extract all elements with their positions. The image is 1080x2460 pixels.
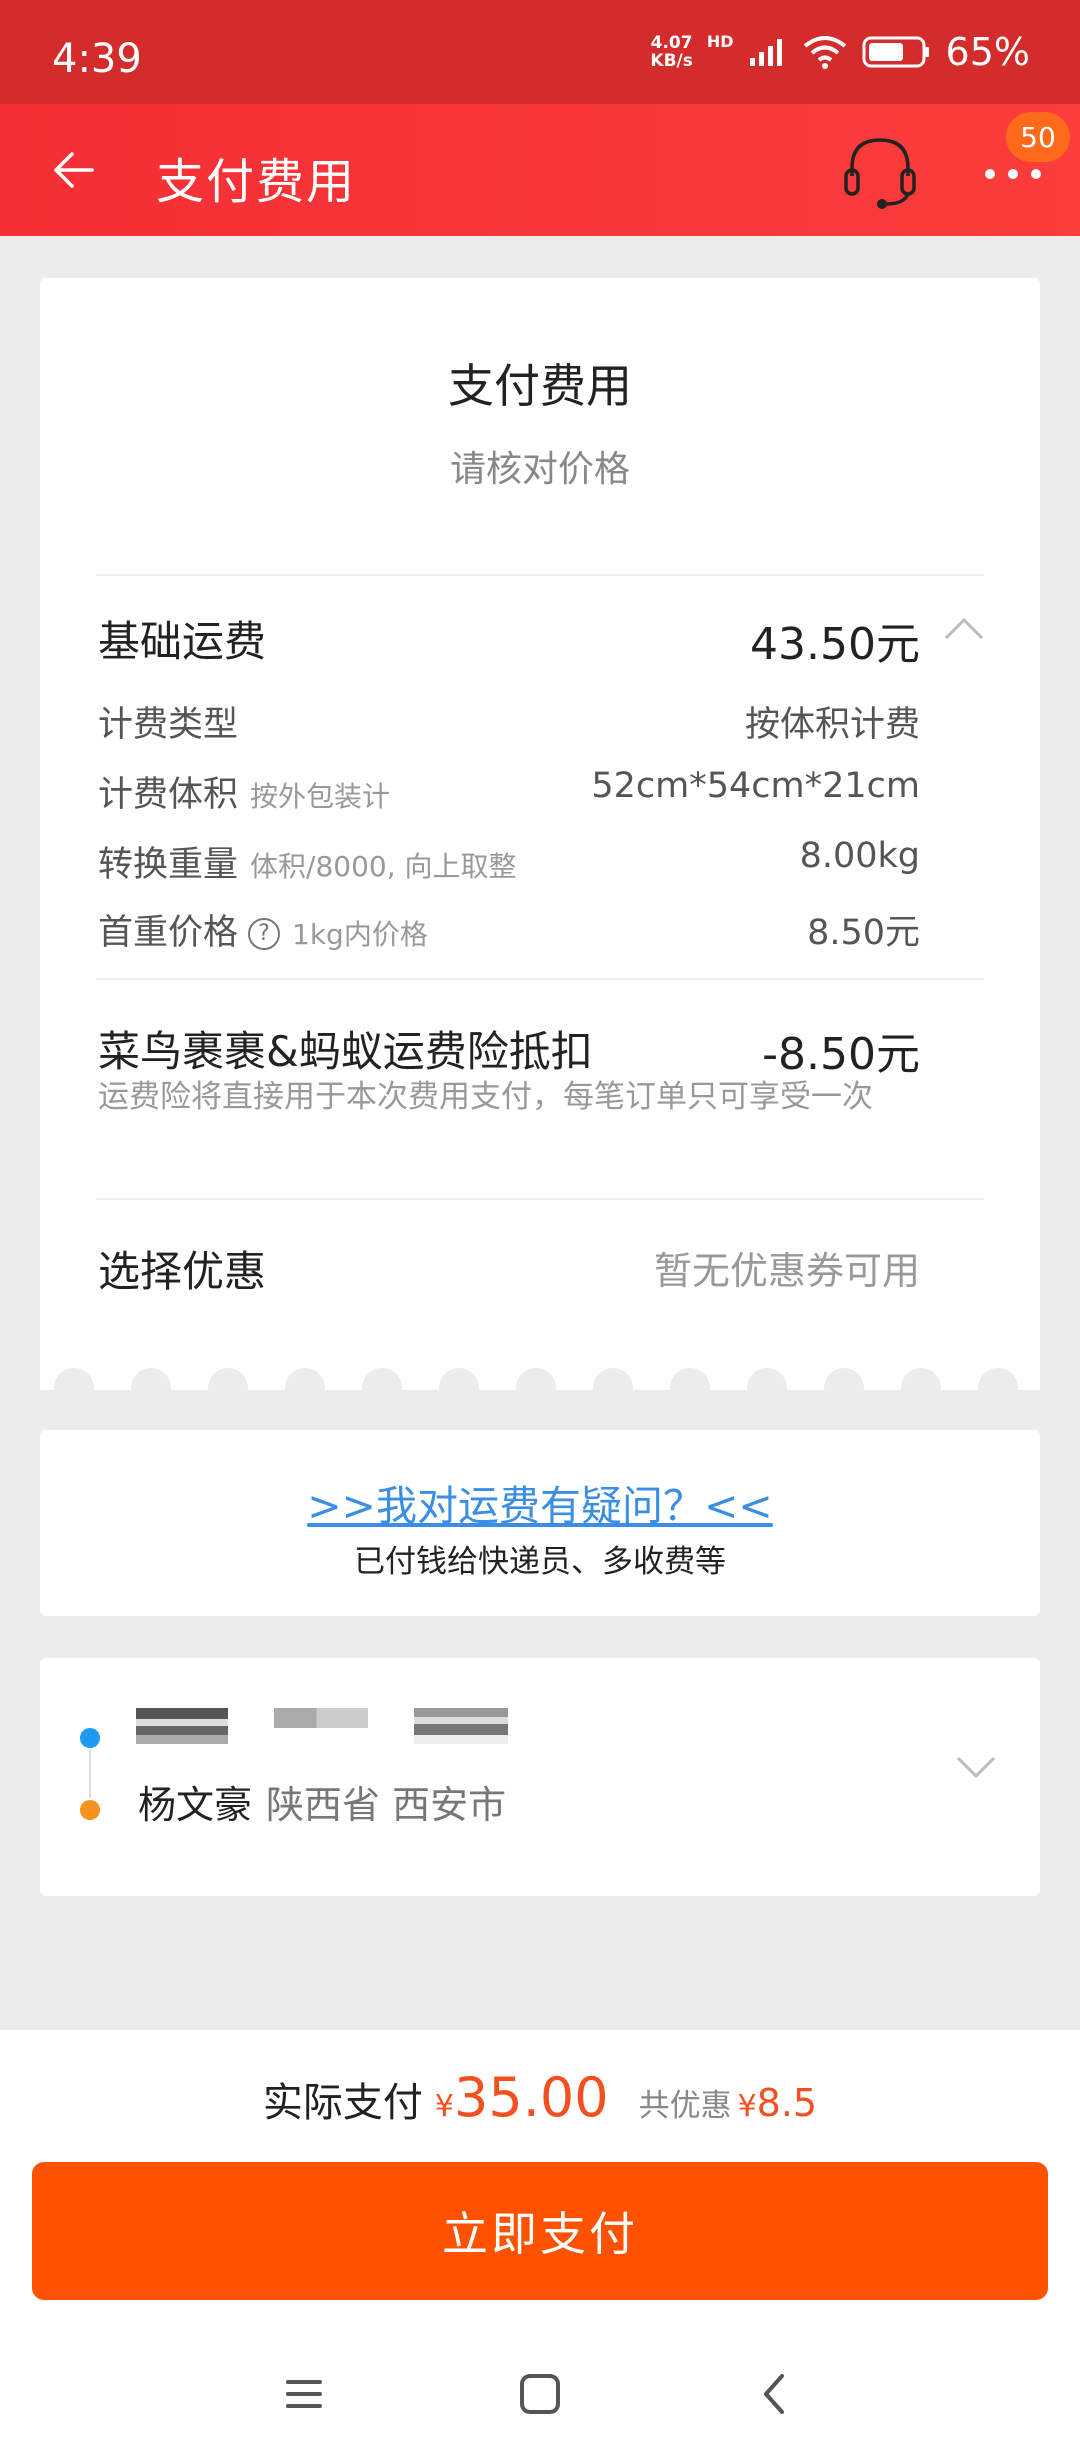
fee-card-title: 支付费用 bbox=[448, 359, 632, 413]
pay-now-button[interactable]: 立即支付 bbox=[32, 2162, 1048, 2300]
insurance-description: 运费险将直接用于本次费用支付，每笔订单只可享受一次 bbox=[98, 1079, 873, 1115]
detail-label-text: 转换重量 bbox=[98, 845, 239, 885]
detail-label-billing-type: 计费类型 bbox=[98, 696, 238, 747]
network-type: HD bbox=[706, 32, 734, 51]
back-triangle-icon[interactable] bbox=[746, 2364, 806, 2424]
detail-value-volume: 52cm*54cm*21cm bbox=[591, 766, 920, 806]
ticket-edge-decoration bbox=[40, 1368, 1040, 1394]
notification-badge: 50 bbox=[1006, 112, 1070, 162]
detail-note: 按外包装计 bbox=[250, 780, 391, 813]
help-question-icon[interactable]: ? bbox=[248, 918, 281, 950]
detail-label-text: 计费类型 bbox=[98, 705, 239, 745]
saved-label: 共优惠 bbox=[638, 2088, 732, 2124]
fee-question-description: 已付钱给快递员、多收费等 bbox=[354, 1544, 726, 1580]
detail-label-first-weight: 首重价格? 1kg内价格 bbox=[98, 904, 428, 955]
fee-card: 支付费用 请核对价格 基础运费 43.50元 计费类型 按体积计费 计费体积 按外… bbox=[40, 278, 1040, 1394]
system-nav-bar bbox=[0, 2330, 1080, 2460]
status-indicators: 4.07 KB/s HD 65% bbox=[650, 30, 1030, 74]
redacted-sender-phone bbox=[274, 1708, 368, 1728]
menu-icon[interactable] bbox=[274, 2364, 334, 2424]
coupon-value[interactable]: 暂无优惠券可用 bbox=[654, 1240, 920, 1295]
home-square-icon[interactable] bbox=[510, 2364, 570, 2424]
page-title: 支付费用 bbox=[156, 154, 357, 210]
status-bar: 4:39 4.07 KB/s HD 65% bbox=[0, 0, 1080, 104]
fee-question-card: >>我对运费有疑问？<< 已付钱给快递员、多收费等 bbox=[40, 1430, 1040, 1616]
receiver-region: 陕西省 西安市 bbox=[266, 1783, 507, 1827]
currency-symbol: ¥ bbox=[737, 2089, 757, 2124]
app-header: 支付费用 bbox=[0, 104, 1080, 236]
receiver-info: 杨文豪 陕西省 西安市 bbox=[138, 1774, 506, 1829]
signal-icon bbox=[749, 39, 782, 66]
detail-value-weight: 8.00kg bbox=[799, 836, 920, 876]
collapse-chevron-up-icon[interactable] bbox=[940, 608, 988, 648]
divider bbox=[96, 1198, 984, 1200]
route-line bbox=[89, 1750, 91, 1798]
detail-label-text: 计费体积 bbox=[98, 775, 239, 815]
detail-value-billing-type: 按体积计费 bbox=[744, 705, 920, 745]
redacted-sender-name bbox=[136, 1708, 228, 1744]
detail-value-first-weight: 8.50元 bbox=[807, 913, 920, 953]
receiver-dot bbox=[80, 1800, 100, 1820]
currency-symbol: ¥ bbox=[434, 2089, 454, 2124]
detail-label-volume: 计费体积 按外包装计 bbox=[98, 766, 390, 817]
insurance-label: 菜鸟裹裹&蚂蚁运费险抵扣 bbox=[98, 1027, 593, 1076]
net-speed-unit: KB/s bbox=[650, 51, 693, 71]
detail-note: 1kg内价格 bbox=[292, 918, 428, 951]
base-fee-value: 43.50元 bbox=[750, 619, 920, 670]
battery-percent: 65% bbox=[945, 30, 1030, 74]
back-arrow-icon[interactable] bbox=[44, 140, 104, 200]
fee-question-link[interactable]: >>我对运费有疑问？<< bbox=[40, 1472, 1040, 1532]
actual-pay-amount: 35.00 bbox=[453, 2066, 609, 2129]
fee-card-subtitle: 请核对价格 bbox=[449, 449, 630, 490]
base-fee-label: 基础运费 bbox=[98, 617, 267, 666]
status-time: 4:39 bbox=[52, 36, 142, 82]
receiver-name: 杨文豪 bbox=[138, 1783, 253, 1827]
sender-dot bbox=[80, 1728, 100, 1748]
detail-note: 体积/8000, 向上取整 bbox=[250, 850, 517, 883]
detail-label-text: 首重价格 bbox=[98, 913, 239, 953]
divider bbox=[96, 978, 984, 980]
actual-pay-label: 实际支付 bbox=[262, 2080, 423, 2126]
address-card[interactable]: 杨文豪 陕西省 西安市 bbox=[40, 1658, 1040, 1896]
net-speed: 4.07 KB/s bbox=[650, 34, 692, 70]
coupon-label[interactable]: 选择优惠 bbox=[98, 1238, 266, 1299]
wifi-icon bbox=[803, 36, 846, 69]
redacted-sender-address bbox=[414, 1708, 508, 1744]
battery-icon bbox=[862, 36, 929, 68]
divider bbox=[96, 574, 984, 576]
detail-label-weight: 转换重量 体积/8000, 向上取整 bbox=[98, 836, 517, 887]
customer-service-icon[interactable] bbox=[838, 130, 922, 214]
saved-amount: 8.5 bbox=[756, 2081, 818, 2125]
pay-summary: 实际支付 ¥35.00 共优惠 ¥8.5 bbox=[0, 2066, 1080, 2129]
insurance-value: -8.50元 bbox=[762, 1029, 920, 1080]
expand-chevron-down-icon[interactable] bbox=[952, 1746, 1000, 1786]
net-speed-value: 4.07 bbox=[650, 33, 693, 53]
